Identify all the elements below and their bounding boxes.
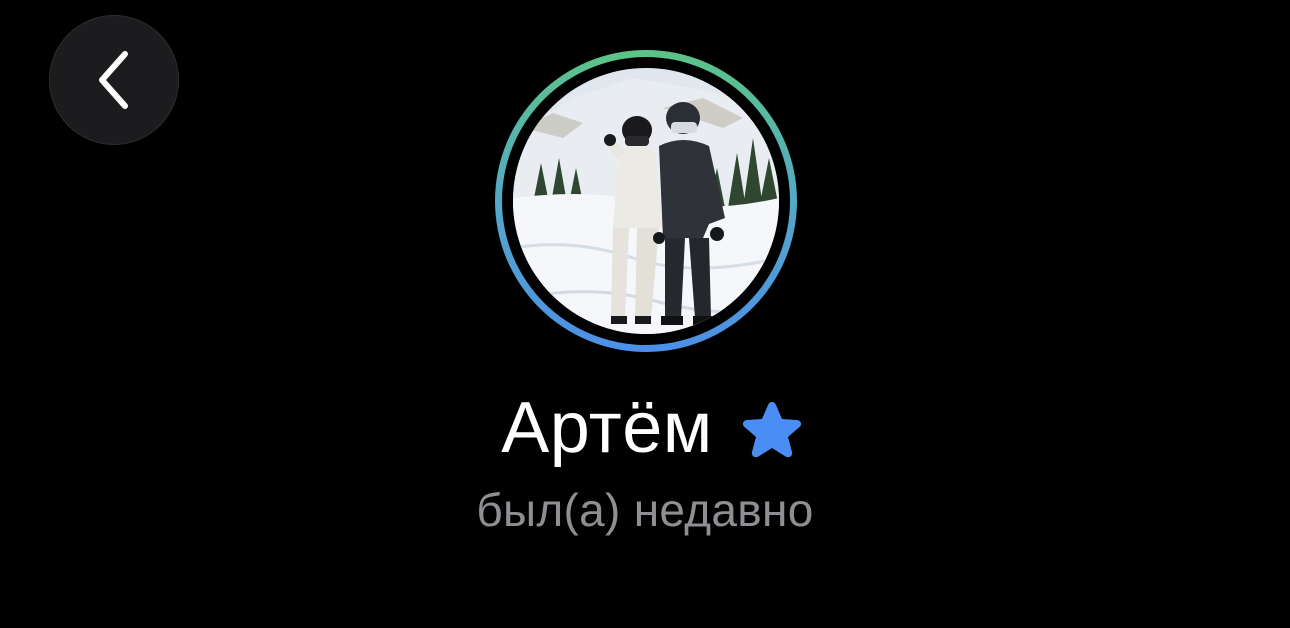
- back-button[interactable]: [49, 15, 179, 145]
- avatar-ring[interactable]: [495, 50, 797, 352]
- profile-name: Артём: [501, 388, 713, 468]
- last-seen-status: был(а) недавно: [476, 484, 814, 536]
- star-icon[interactable]: [739, 398, 805, 462]
- profile-name-row: Артём: [0, 386, 1290, 470]
- profile-photo: [513, 68, 779, 334]
- avatar[interactable]: [513, 68, 779, 334]
- chevron-left-icon: [94, 48, 134, 112]
